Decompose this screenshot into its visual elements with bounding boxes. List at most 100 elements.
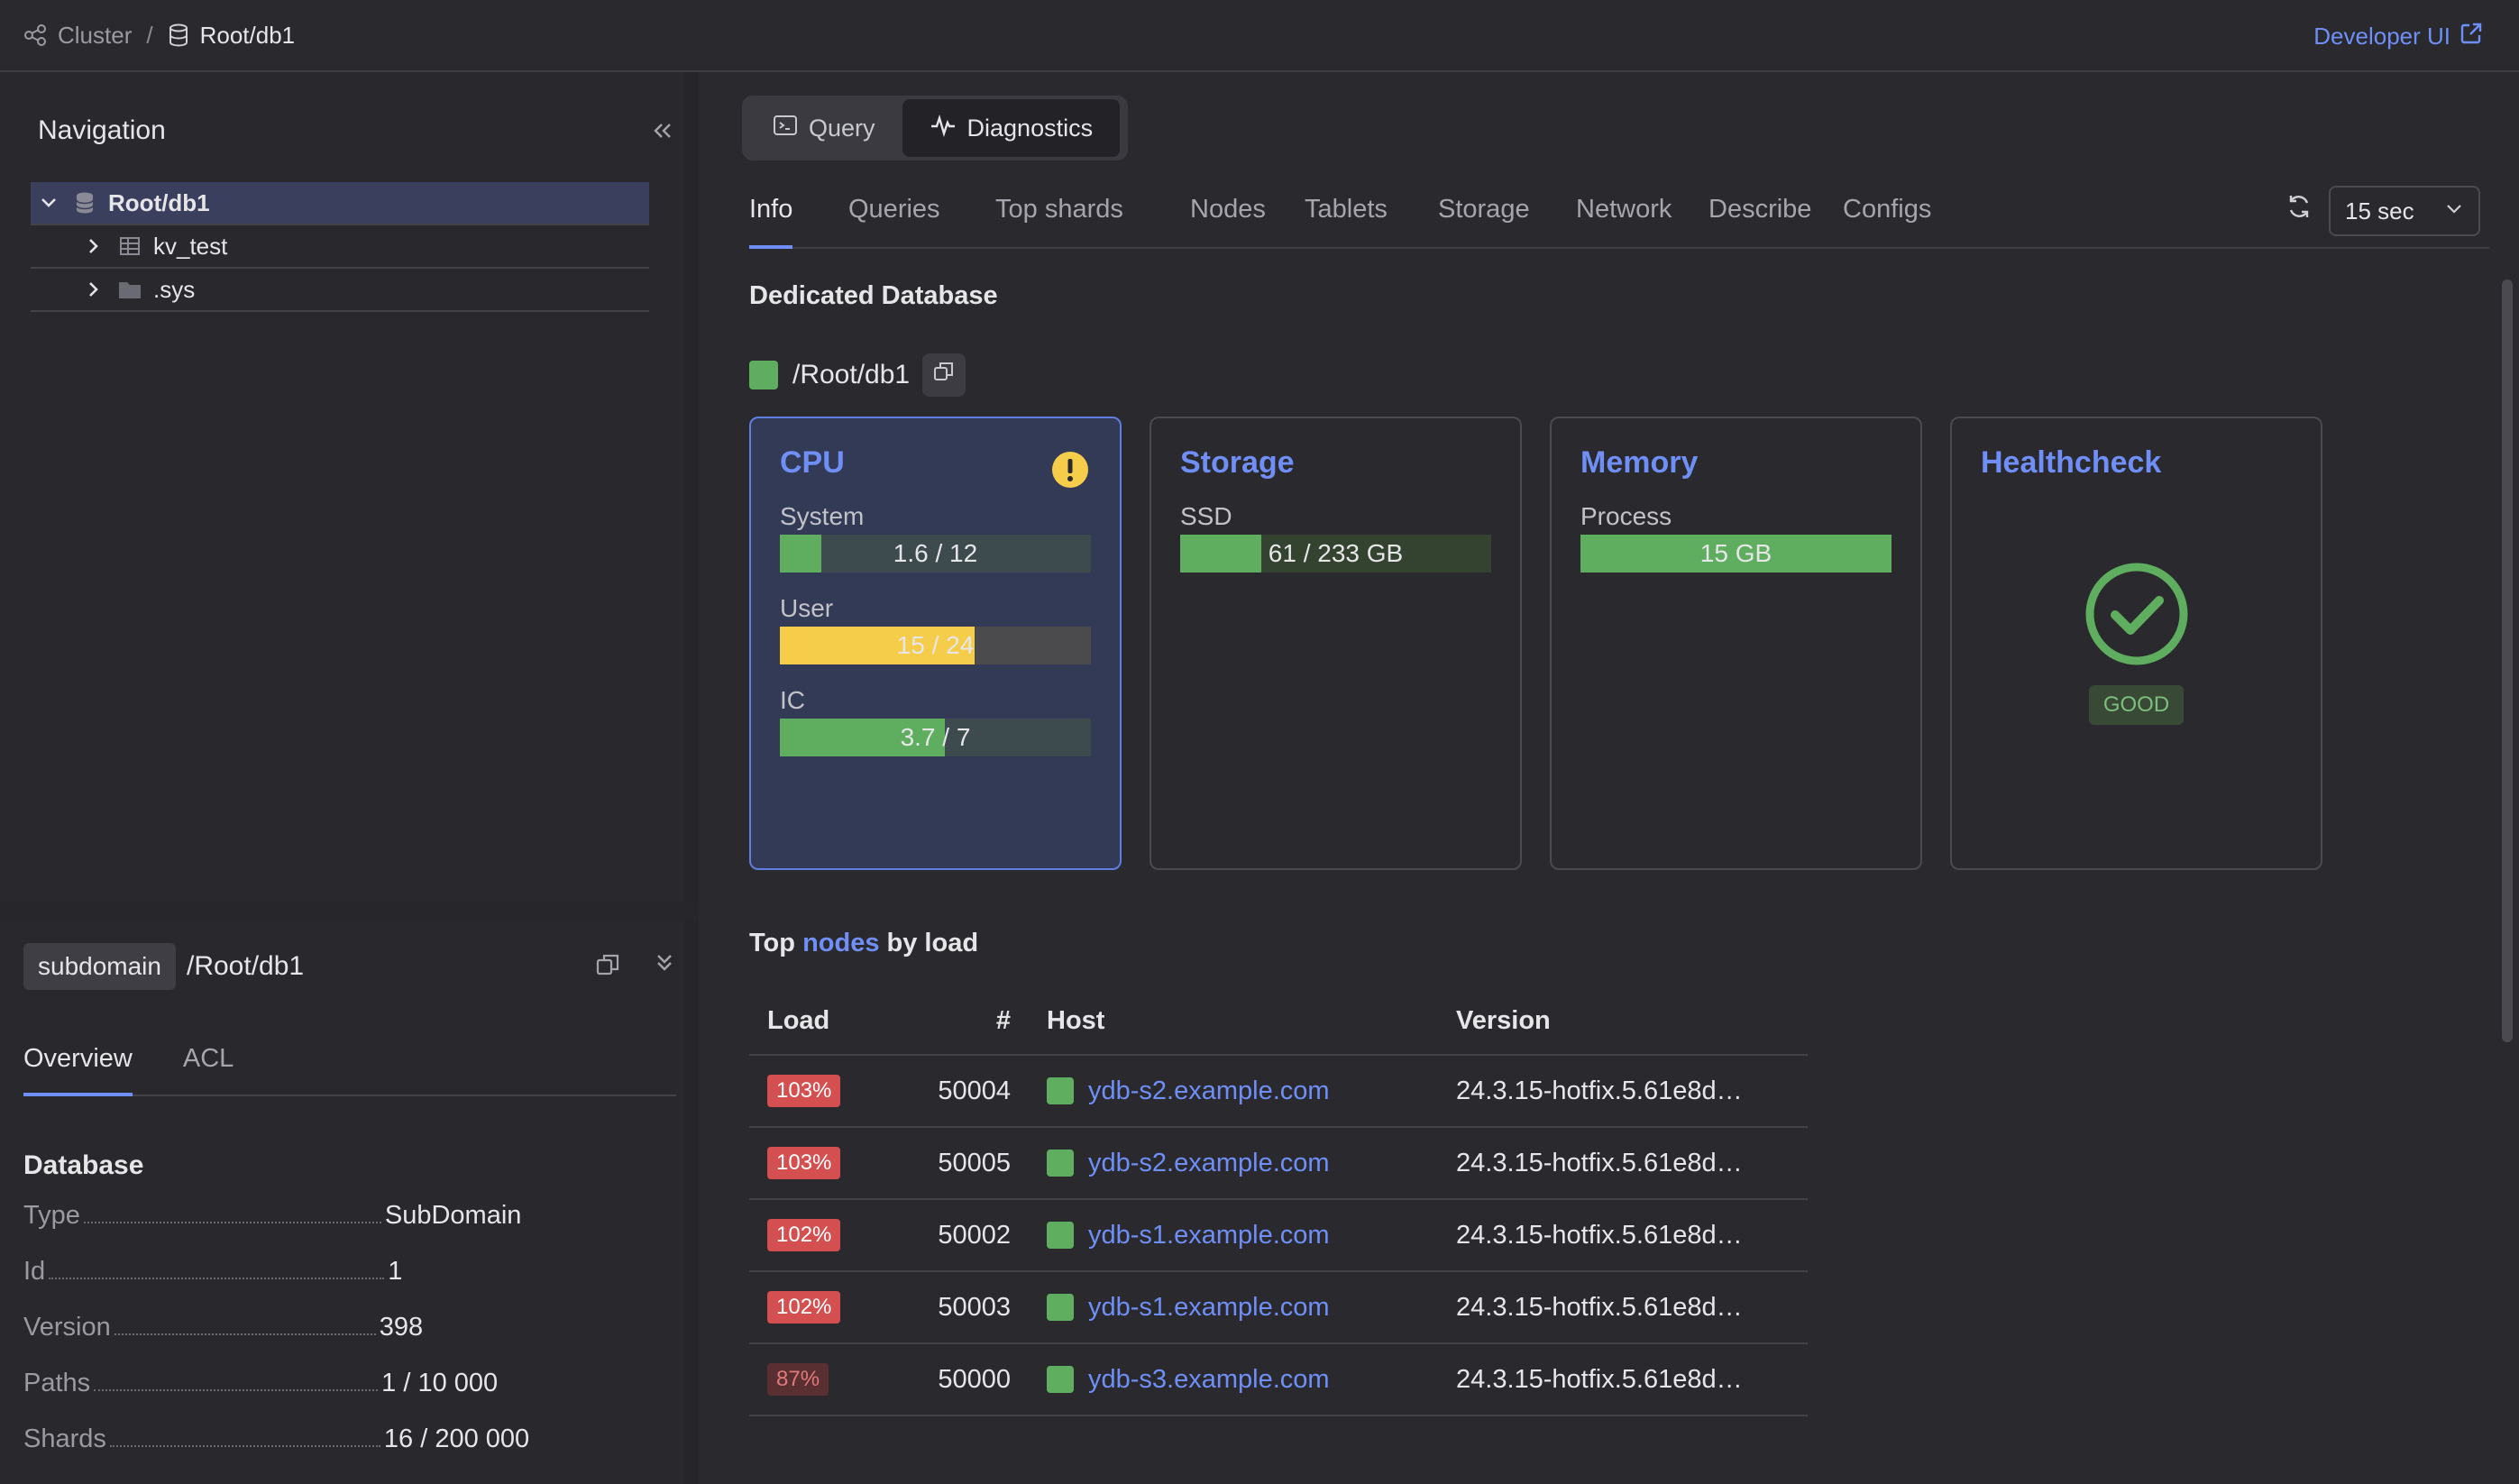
- tab-overview[interactable]: Overview: [23, 1028, 133, 1096]
- metric-label: SSD: [1180, 502, 1232, 530]
- tab-top-shards[interactable]: Top shards: [995, 195, 1123, 249]
- pulse-icon: [930, 114, 957, 143]
- chevron-down-icon[interactable]: [31, 193, 67, 213]
- progress-text: 61 / 233 GB: [1268, 539, 1404, 567]
- table-row[interactable]: 103% 50005 ydb-s2.example.com 24.3.15-ho…: [749, 1127, 1808, 1200]
- cpu-system-metric: System 1.6 / 12: [780, 502, 1091, 573]
- column-header-load[interactable]: Load: [749, 988, 893, 1056]
- storage-ssd-metric: SSD 61 / 233 GB: [1180, 502, 1491, 573]
- double-chevron-down-icon[interactable]: [653, 951, 676, 985]
- double-chevron-left-icon: [651, 119, 674, 149]
- tree-item-kv-test[interactable]: kv_test: [31, 225, 649, 269]
- cpu-card[interactable]: CPU System 1.6 / 12 User 15 / 24 IC 3.7 …: [749, 417, 1122, 870]
- top-nodes-table: Load # Host Version 103% 50004 ydb-s2.ex…: [749, 988, 1808, 1416]
- progress-text: 15 / 24: [896, 631, 975, 659]
- host-link[interactable]: ydb-s3.example.com: [1088, 1365, 1330, 1395]
- table-icon: [112, 235, 148, 257]
- property-leader: [109, 1445, 380, 1447]
- node-version: 24.3.15-hotfix.5.61e8d…: [1438, 1343, 1808, 1416]
- status-indicator: [1047, 1366, 1074, 1393]
- tab-storage[interactable]: Storage: [1438, 195, 1530, 249]
- chevron-right-icon[interactable]: [76, 236, 112, 256]
- metric-label: User: [780, 594, 834, 622]
- chevron-right-icon[interactable]: [76, 279, 112, 299]
- property-row: Id 1: [23, 1257, 682, 1313]
- metric-label: System: [780, 502, 865, 530]
- developer-ui-link[interactable]: Developer UI: [2313, 22, 2483, 51]
- mode-switch: Query Diagnostics: [742, 96, 1128, 160]
- node-id: 50002: [893, 1199, 1029, 1272]
- main-panel: Query Diagnostics Info Queries Top shard…: [713, 72, 2519, 1484]
- tab-acl[interactable]: ACL: [183, 1028, 234, 1095]
- chevron-down-icon: [2444, 197, 2464, 225]
- tab-queries[interactable]: Queries: [848, 195, 940, 249]
- database-icon: [168, 23, 189, 47]
- folder-icon: [112, 279, 148, 299]
- navigation-tree: Root/db1 kv_test .sys: [31, 182, 649, 312]
- object-path: /Root/db1: [186, 951, 305, 981]
- tree-item-label: kv_test: [153, 232, 228, 260]
- progress-bar: 15 GB: [1580, 535, 1892, 573]
- top-nodes-link[interactable]: nodes: [802, 929, 879, 957]
- object-tabs: Overview ACL: [23, 1028, 676, 1096]
- query-mode-label: Query: [809, 114, 875, 142]
- top-nodes-title: Top nodes by load: [749, 929, 978, 958]
- database-properties: Database Type SubDomain Id 1 Version 398…: [23, 1150, 682, 1480]
- database-path-row: /Root/db1: [749, 353, 966, 397]
- collapse-navigation-button[interactable]: [651, 119, 674, 150]
- healthcheck-card[interactable]: Healthcheck GOOD: [1950, 417, 2322, 870]
- breadcrumb-database[interactable]: Root/db1: [200, 22, 296, 50]
- storage-card[interactable]: Storage SSD 61 / 233 GB: [1150, 417, 1522, 870]
- tab-nodes[interactable]: Nodes: [1190, 195, 1266, 249]
- table-row[interactable]: 87% 50000 ydb-s3.example.com 24.3.15-hot…: [749, 1343, 1808, 1416]
- breadcrumb-cluster[interactable]: Cluster: [58, 22, 132, 50]
- host-link[interactable]: ydb-s2.example.com: [1088, 1076, 1330, 1106]
- column-header-number[interactable]: #: [893, 988, 1029, 1056]
- copy-icon: [932, 360, 956, 390]
- refresh-icon: [2285, 196, 2313, 226]
- property-leader: [114, 1333, 376, 1335]
- memory-card[interactable]: Memory Process 15 GB: [1550, 417, 1922, 870]
- metric-label: IC: [780, 686, 805, 714]
- tab-network[interactable]: Network: [1576, 195, 1672, 249]
- tree-item-root-db1[interactable]: Root/db1: [31, 182, 649, 225]
- load-badge: 103%: [767, 1147, 841, 1179]
- tab-configs[interactable]: Configs: [1843, 195, 1931, 249]
- host-link[interactable]: ydb-s1.example.com: [1088, 1221, 1330, 1250]
- metric-label: Process: [1580, 502, 1672, 530]
- terminal-icon: [773, 114, 798, 143]
- tree-item-label: .sys: [153, 275, 196, 303]
- top-nodes-title-suffix: by load: [886, 929, 979, 957]
- refresh-interval-select[interactable]: 15 sec: [2329, 186, 2480, 236]
- query-mode-button[interactable]: Query: [746, 99, 902, 157]
- progress-bar: 61 / 233 GB: [1180, 535, 1491, 573]
- refresh-button[interactable]: [2285, 193, 2313, 227]
- host-link[interactable]: ydb-s1.example.com: [1088, 1293, 1330, 1323]
- table-row[interactable]: 102% 50003 ydb-s1.example.com 24.3.15-ho…: [749, 1271, 1808, 1344]
- table-row[interactable]: 102% 50002 ydb-s1.example.com 24.3.15-ho…: [749, 1199, 1808, 1272]
- column-header-host[interactable]: Host: [1029, 988, 1438, 1056]
- diagnostics-mode-button[interactable]: Diagnostics: [902, 99, 1121, 157]
- property-key: Paths: [23, 1369, 91, 1397]
- property-key: Shards: [23, 1424, 106, 1453]
- property-key: Type: [23, 1201, 80, 1230]
- table-row[interactable]: 103% 50004 ydb-s2.example.com 24.3.15-ho…: [749, 1055, 1808, 1128]
- panel-splitter[interactable]: [0, 902, 699, 920]
- progress-text: 1.6 / 12: [893, 539, 978, 567]
- copy-path-button[interactable]: [922, 353, 966, 397]
- tab-info[interactable]: Info: [749, 195, 793, 249]
- tree-item-sys[interactable]: .sys: [31, 269, 649, 312]
- cpu-card-title: CPU: [780, 445, 845, 480]
- tab-tablets[interactable]: Tablets: [1305, 195, 1388, 249]
- progress-bar: 1.6 / 12: [780, 535, 1091, 573]
- host-link[interactable]: ydb-s2.example.com: [1088, 1149, 1330, 1178]
- cpu-ic-metric: IC 3.7 / 7: [780, 686, 1091, 756]
- tab-describe[interactable]: Describe: [1708, 195, 1811, 249]
- progress-bar: 15 / 24: [780, 627, 1091, 664]
- column-header-version[interactable]: Version: [1438, 988, 1808, 1056]
- copy-icon[interactable]: [595, 951, 622, 985]
- scrollbar[interactable]: [2502, 279, 2513, 1042]
- memory-card-title: Memory: [1580, 445, 1699, 480]
- database-icon: [67, 191, 103, 215]
- property-row: Shards 16 / 200 000: [23, 1424, 682, 1480]
